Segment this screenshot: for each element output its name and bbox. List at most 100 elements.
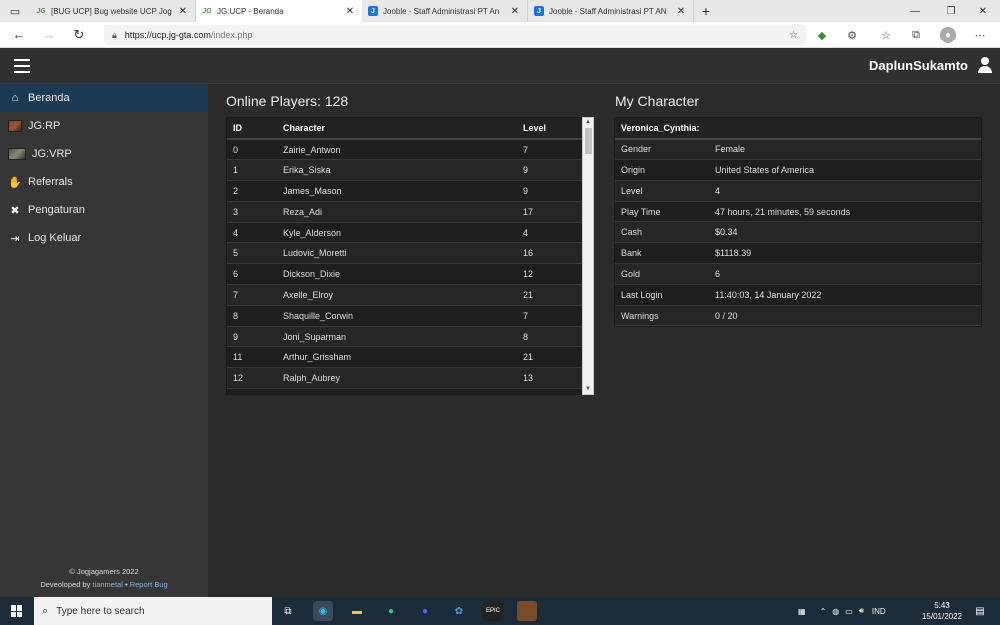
- players-table: ID Character Level 0 Zairie_Antwon 7 1 Erik…: [227, 118, 593, 394]
- cell-character: Arthur_Grissham: [277, 346, 517, 369]
- cell-value: 47 hours, 21 minutes, 59 seconds: [709, 201, 981, 223]
- cell-id: 4: [227, 222, 277, 244]
- taskbar-search[interactable]: ⌕ Type here to search: [34, 597, 272, 625]
- table-row: Play Time 47 hours, 21 minutes, 59 second…: [615, 201, 981, 223]
- table-row: 1 Erika_Siska 9: [227, 159, 593, 182]
- table-row: Bank $1118.39: [615, 242, 981, 265]
- cell-value: 6: [709, 263, 981, 285]
- report-bug-link[interactable]: Report Bug: [130, 580, 168, 589]
- browser-tab[interactable]: J Jooble - Staff Administrasi PT AN ✕: [528, 0, 694, 22]
- tab-title: Jooble - Staff Administrasi PT An: [383, 6, 500, 16]
- hamburger-menu-icon[interactable]: [14, 59, 30, 73]
- jooble-favicon-icon: J: [534, 6, 544, 16]
- app-icon[interactable]: ✿: [449, 601, 469, 621]
- epic-games-icon[interactable]: EPIC: [483, 601, 503, 621]
- favorites-icon[interactable]: ☆: [878, 27, 894, 43]
- sidebar-item-label: JG:VRP: [32, 148, 72, 160]
- refresh-icon[interactable]: ↻: [64, 22, 94, 48]
- cell-key: Gender: [615, 138, 709, 161]
- browser-tab[interactable]: JG [BUG UCP] Bug website UCP Jog ✕: [30, 0, 196, 22]
- tab-title: Jooble - Staff Administrasi PT AN: [549, 6, 667, 16]
- character-table-container: Veronica_Cynthia: Gender Female Origin Uni…: [614, 117, 982, 328]
- task-view-icon[interactable]: ⧉: [278, 601, 298, 621]
- address-bar[interactable]: 🔒︎ https://ucp.jg-gta.com/index.php ☆: [104, 25, 806, 45]
- favorite-star-icon[interactable]: ☆: [789, 30, 798, 41]
- cell-id: 3: [227, 201, 277, 223]
- cell-value: 4: [709, 180, 981, 202]
- cell-id: 0: [227, 139, 277, 161]
- restore-icon[interactable]: ❐: [934, 0, 968, 22]
- author-link[interactable]: tianmetal: [92, 580, 122, 589]
- cell-key: Play Time: [615, 201, 709, 223]
- battery-icon[interactable]: ▭: [845, 607, 853, 616]
- minimize-icon[interactable]: —: [898, 0, 932, 22]
- handshake-icon: ✋: [8, 176, 22, 189]
- game-icon[interactable]: [517, 601, 537, 621]
- sidebar-item-pengaturan[interactable]: ✖ Pengaturan: [0, 196, 208, 224]
- collections-icon[interactable]: ⧉: [908, 27, 924, 43]
- more-options-icon[interactable]: ⋯: [972, 27, 988, 43]
- sidebar-item-label: Beranda: [28, 92, 70, 104]
- browser-tab-bar: ▭ JG [BUG UCP] Bug website UCP Jog ✕ JG …: [0, 0, 1000, 22]
- profile-avatar[interactable]: ●: [940, 27, 956, 43]
- start-button[interactable]: [0, 597, 34, 625]
- keyboard-icon[interactable]: ▦: [798, 607, 806, 616]
- language-indicator[interactable]: IND: [872, 607, 886, 616]
- browser-tab[interactable]: J Jooble - Staff Administrasi PT An ✕: [362, 0, 528, 22]
- sidebar-item-jgvrp[interactable]: JG:VRP: [0, 140, 208, 168]
- cell-key: Cash: [615, 221, 709, 244]
- players-table-container[interactable]: ID Character Level 0 Zairie_Antwon 7 1 Erik…: [226, 117, 594, 395]
- browser-tab-active[interactable]: JG JG:UCP - Beranda ✕: [196, 0, 362, 22]
- sidebar-item-jgrp[interactable]: JG:RP: [0, 112, 208, 140]
- cell-character: Ludovic_Moretti: [277, 242, 517, 265]
- close-tab-icon[interactable]: ✕: [344, 6, 356, 17]
- table-row: Last Login 11:40:03, 14 January 2022: [615, 284, 981, 306]
- online-players-title: Online Players: 128: [226, 93, 349, 109]
- table-row: Warnings 0 / 20: [615, 305, 981, 327]
- footer-separator: •: [124, 580, 128, 589]
- scroll-down-icon[interactable]: ▼: [583, 385, 593, 394]
- home-icon: ⌂: [11, 92, 19, 104]
- browser-nav-bar: ← → ↻ 🔒︎ https://ucp.jg-gta.com/index.ph…: [0, 22, 1000, 48]
- user-icon[interactable]: [978, 57, 992, 73]
- close-tab-icon[interactable]: ✕: [177, 6, 189, 17]
- windows-taskbar: ⌕ Type here to search ⧉ ◉ ▬ ● ● ✿ EPIC ▦…: [0, 597, 1000, 625]
- close-tab-icon[interactable]: ✕: [675, 6, 687, 17]
- sidebar-item-beranda[interactable]: ⌂ Beranda: [0, 84, 208, 112]
- copyright-text: © Jogjagamers 2022: [69, 567, 139, 576]
- back-icon[interactable]: ←: [4, 22, 34, 48]
- search-placeholder: Type here to search: [56, 605, 145, 617]
- cell-character: Dickson_Dixie: [277, 263, 517, 286]
- sidebar-item-label: Referrals: [28, 176, 73, 188]
- extensions-puzzle-icon[interactable]: ⚙: [844, 27, 860, 43]
- chevron-up-icon[interactable]: ⌃: [820, 607, 827, 616]
- network-icon[interactable]: ◍: [832, 607, 839, 616]
- sidebar-item-log-keluar[interactable]: ⇥ Log Keluar: [0, 224, 208, 252]
- scrollbar-thumb[interactable]: [585, 128, 592, 154]
- sidebar-footer: © Jogjagamers 2022 Deveoloped by tianmet…: [0, 565, 208, 591]
- table-row: 4 Kyle_Alderson 4: [227, 222, 593, 244]
- cell-value: $1118.39: [709, 242, 981, 265]
- extension-icon[interactable]: ◆: [814, 27, 830, 43]
- new-tab-icon[interactable]: +: [694, 0, 718, 22]
- clock[interactable]: 5:43 15/01/2022: [922, 600, 962, 622]
- close-tab-icon[interactable]: ✕: [509, 6, 521, 17]
- edge-icon[interactable]: ◉: [313, 601, 333, 621]
- discord-icon[interactable]: ●: [415, 601, 435, 621]
- whatsapp-icon[interactable]: ●: [381, 601, 401, 621]
- close-window-icon[interactable]: ✕: [966, 0, 1000, 22]
- cell-value: 11:40:03, 14 January 2022: [709, 284, 981, 306]
- table-row: 11 Arthur_Grissham 21: [227, 346, 593, 369]
- cell-character: James_Mason: [277, 180, 517, 202]
- players-scrollbar[interactable]: ▲ ▼: [582, 117, 594, 395]
- file-explorer-icon[interactable]: ▬: [347, 601, 367, 621]
- username[interactable]: DaplunSukamto: [869, 58, 968, 73]
- sidebar-item-referrals[interactable]: ✋ Referrals: [0, 168, 208, 196]
- volume-icon[interactable]: 🔊︎: [859, 606, 864, 616]
- tab-actions-icon[interactable]: ▭: [0, 0, 30, 22]
- scroll-up-icon[interactable]: ▲: [583, 118, 593, 127]
- table-row: Gender Female: [615, 138, 981, 161]
- url-host: https://ucp.jg-gta.com: [124, 30, 211, 40]
- notifications-icon[interactable]: ▤: [970, 601, 990, 621]
- forward-icon[interactable]: →: [34, 22, 64, 48]
